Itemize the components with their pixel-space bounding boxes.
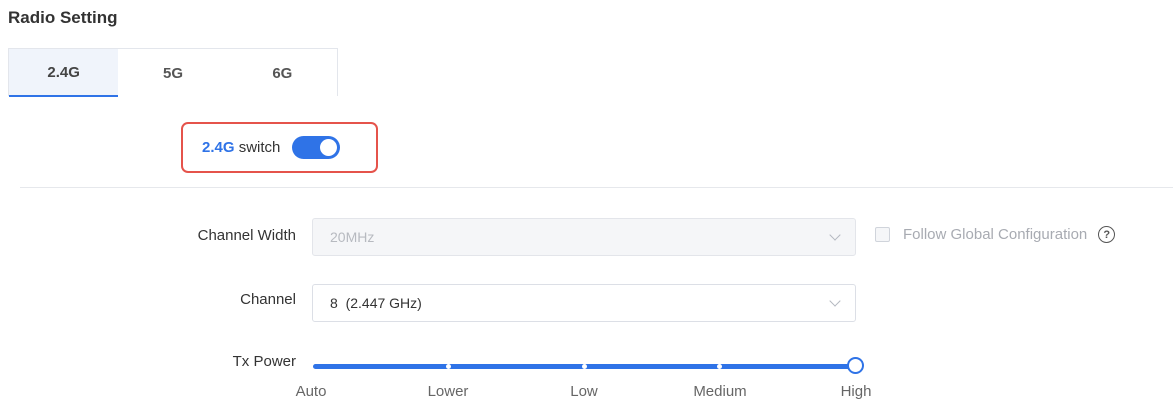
chevron-down-icon <box>829 229 841 241</box>
toggle-knob <box>320 139 338 156</box>
channel-width-label: Channel Width <box>197 227 296 244</box>
tab-2-4g[interactable]: 2.4G <box>9 49 119 97</box>
follow-global-label: Follow Global Configuration <box>903 226 1088 243</box>
band-switch-text: switch <box>238 139 281 156</box>
tx-power-mark-high[interactable]: High <box>806 383 906 400</box>
tx-power-label: Tx Power <box>232 353 296 370</box>
band-switch-toggle[interactable] <box>292 136 341 159</box>
channel-width-value: 20MHz <box>330 229 375 245</box>
tab-6g[interactable]: 6G <box>228 49 337 97</box>
band-switch-label: 2.4G switch <box>202 139 280 156</box>
slider-step-dot <box>717 364 722 369</box>
tab-5g[interactable]: 5G <box>118 49 227 97</box>
slider-step-dot <box>446 364 451 369</box>
tx-power-mark-auto[interactable]: Auto <box>261 383 361 400</box>
tx-power-mark-low[interactable]: Low <box>534 383 634 400</box>
channel-value: 8 (2.447 GHz) <box>330 295 422 311</box>
follow-global-checkbox[interactable] <box>875 227 890 242</box>
chevron-down-icon <box>829 295 841 307</box>
slider-step-dot <box>582 364 587 369</box>
band-switch-highlight: 2.4G switch <box>181 122 378 173</box>
channel-width-select[interactable]: 20MHz <box>312 218 856 256</box>
channel-select[interactable]: 8 (2.447 GHz) <box>312 284 856 322</box>
help-icon[interactable]: ? <box>1098 226 1116 243</box>
channel-label: Channel <box>240 291 296 308</box>
divider <box>20 187 1173 188</box>
band-tabs: 2.4G 5G 6G <box>8 48 338 97</box>
follow-global-option: Follow Global Configuration ? <box>875 226 1116 243</box>
band-switch-band: 2.4G <box>202 139 235 156</box>
radio-setting-page: Radio Setting 2.4G 5G 6G 2.4G switch Cha… <box>0 0 1173 406</box>
tx-power-slider-handle[interactable] <box>847 357 864 374</box>
tx-power-mark-medium[interactable]: Medium <box>670 383 770 400</box>
section-title: Radio Setting <box>8 8 118 27</box>
tx-power-mark-lower[interactable]: Lower <box>398 383 498 400</box>
